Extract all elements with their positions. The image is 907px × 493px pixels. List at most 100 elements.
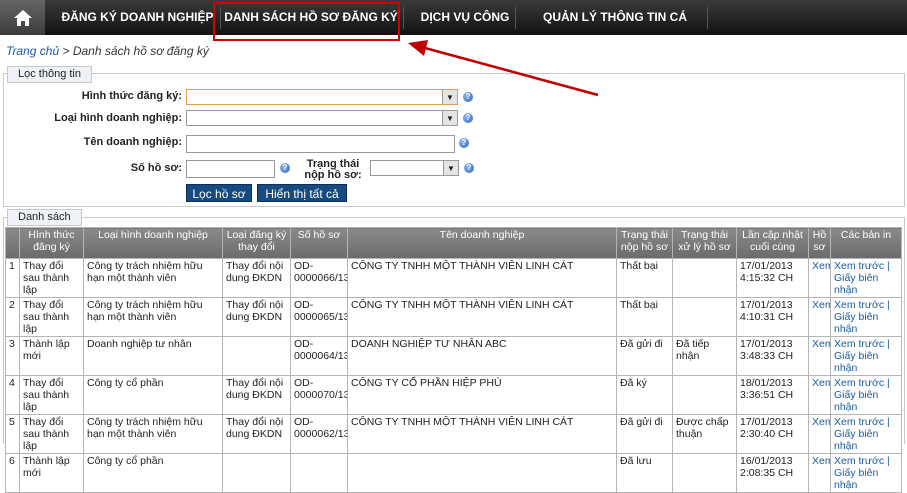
cell-ten-dn: CÔNG TY TNHH MỘT THÀNH VIÊN LINH CÁT: [347, 258, 617, 298]
col-header-cap-nhat: Lần cập nhật cuối cùng: [736, 227, 809, 259]
nav-quan-ly-thong-tin[interactable]: QUẢN LÝ THÔNG TIN CÁ NHÂN: [525, 0, 705, 59]
trang-thai-select[interactable]: ▼: [370, 160, 459, 176]
cell-hinh-thuc: Thay đổi sau thành lập: [19, 414, 84, 454]
cell-ban-in[interactable]: Xem trước | Giấy biên nhận: [830, 336, 902, 376]
col-header-ban-in: Các bản in: [830, 227, 902, 259]
cell-ho-so[interactable]: Xem: [808, 414, 831, 454]
chevron-down-icon: ▼: [443, 161, 458, 175]
cell-ten-dn: CÔNG TY TNHH MỘT THÀNH VIÊN LINH CÁT: [347, 414, 617, 454]
cell-cap-nhat: 18/01/2013 3:36:51 CH: [736, 375, 809, 415]
cell-tt-xuly: [672, 258, 737, 298]
view-link[interactable]: Xem: [812, 416, 830, 428]
nav-dich-vu-cong[interactable]: DỊCH VỤ CÔNG: [410, 0, 520, 35]
nav-separator: [403, 7, 404, 29]
cell-loai-dk: Thay đổi nội dung ĐKDN: [222, 258, 291, 298]
print-links[interactable]: Xem trước | Giấy biên nhận: [834, 377, 890, 413]
view-link[interactable]: Xem: [812, 260, 830, 272]
cell-tt-xuly: Đã tiếp nhận: [672, 336, 737, 376]
cell-ban-in[interactable]: Xem trước | Giấy biên nhận: [830, 414, 902, 454]
cell-tt-nop: Đã gửi đi: [616, 336, 673, 376]
cell-loai-hinh: Doanh nghiệp tư nhân: [83, 336, 223, 376]
cell-so-ho-so: OD-0000062/13: [290, 414, 348, 454]
help-icon[interactable]: ?: [459, 138, 469, 148]
view-link[interactable]: Xem: [812, 299, 830, 311]
breadcrumb: Trang chủ > Danh sách hồ sơ đăng ký: [6, 44, 209, 58]
help-icon[interactable]: ?: [463, 92, 473, 102]
cell-so-ho-so: OD-0000070/13: [290, 375, 348, 415]
cell-ho-so[interactable]: Xem: [808, 297, 831, 337]
cell-no: 2: [5, 297, 20, 337]
cell-tt-nop: Đã ký: [616, 375, 673, 415]
ten-dn-input[interactable]: [186, 135, 455, 153]
cell-so-ho-so: OD-0000065/13: [290, 297, 348, 337]
print-links[interactable]: Xem trước | Giấy biên nhận: [834, 416, 890, 452]
hinh-thuc-select[interactable]: ▼: [186, 89, 458, 105]
print-links[interactable]: Xem trước | Giấy biên nhận: [834, 260, 890, 296]
cell-ho-so[interactable]: Xem: [808, 336, 831, 376]
col-header-so-ho-so: Số hồ sơ: [290, 227, 348, 259]
cell-cap-nhat: 17/01/2013 4:10:31 CH: [736, 297, 809, 337]
cell-loai-hinh: Công ty trách nhiệm hữu hạn một thành vi…: [83, 297, 223, 337]
nav-separator: [707, 7, 708, 29]
nav-separator: [515, 7, 516, 29]
cell-so-ho-so: OD-0000066/13: [290, 258, 348, 298]
view-link[interactable]: Xem: [812, 338, 830, 350]
col-header-ten-dn: Tên doanh nghiệp: [347, 227, 617, 259]
view-link[interactable]: Xem: [812, 455, 830, 467]
loai-hinh-select[interactable]: ▼: [186, 110, 458, 126]
table-header-row: Hình thức đăng ký Loại hình doanh nghiệp…: [5, 227, 902, 259]
cell-loai-dk: Thay đổi nội dung ĐKDN: [222, 375, 291, 415]
nav-dang-ky-doanh-nghiep[interactable]: ĐĂNG KÝ DOANH NGHIỆP: [55, 0, 220, 35]
home-icon: [13, 9, 32, 26]
cell-loai-dk: [222, 336, 291, 376]
chevron-down-icon: ▼: [442, 90, 457, 104]
cell-ban-in[interactable]: Xem trước | Giấy biên nhận: [830, 297, 902, 337]
chevron-down-icon: ▼: [442, 111, 457, 125]
cell-ten-dn: [347, 453, 617, 493]
table-row: 4 Thay đổi sau thành lập Công ty cổ phần Th…: [5, 375, 902, 415]
cell-ho-so[interactable]: Xem: [808, 258, 831, 298]
cell-ten-dn: CÔNG TY CỔ PHẦN HIỆP PHÚ: [347, 375, 617, 415]
cell-loai-hinh: Công ty trách nhiệm hữu hạn một thành vi…: [83, 258, 223, 298]
breadcrumb-home-link[interactable]: Trang chủ: [6, 44, 59, 58]
col-header-hinh-thuc: Hình thức đăng ký: [19, 227, 84, 259]
highlight-box: [213, 2, 400, 41]
col-header-loai-dk: Loại đăng ký thay đổi: [222, 227, 291, 259]
cell-so-ho-so: [290, 453, 348, 493]
help-icon[interactable]: ?: [463, 113, 473, 123]
cell-cap-nhat: 17/01/2013 4:15:32 CH: [736, 258, 809, 298]
cell-ban-in[interactable]: Xem trước | Giấy biên nhận: [830, 258, 902, 298]
table-row: 2 Thay đổi sau thành lập Công ty trách nhi…: [5, 297, 902, 337]
filter-button[interactable]: Lọc hồ sơ: [186, 184, 252, 202]
so-ho-so-input[interactable]: [186, 160, 275, 178]
help-icon[interactable]: ?: [280, 163, 290, 173]
cell-tt-nop: Đã lưu: [616, 453, 673, 493]
cell-ho-so[interactable]: Xem: [808, 453, 831, 493]
cell-no: 4: [5, 375, 20, 415]
col-header-tt-xuly: Trạng thái xử lý hồ sơ: [672, 227, 737, 259]
cell-tt-xuly: Được chấp thuận: [672, 414, 737, 454]
cell-hinh-thuc: Thành lập mới: [19, 336, 84, 376]
cell-loai-dk: Thay đổi nội dung ĐKDN: [222, 297, 291, 337]
hinh-thuc-label: Hình thức đăng ký:: [81, 90, 182, 102]
print-links[interactable]: Xem trước | Giấy biên nhận: [834, 299, 890, 335]
filter-legend: Lọc thông tin: [7, 66, 92, 83]
home-button[interactable]: [0, 0, 45, 35]
cell-cap-nhat: 16/01/2013 2:08:35 CH: [736, 453, 809, 493]
help-icon[interactable]: ?: [464, 163, 474, 173]
col-header-loai-hinh: Loại hình doanh nghiệp: [83, 227, 223, 259]
print-links[interactable]: Xem trước | Giấy biên nhận: [834, 338, 890, 374]
cell-ban-in[interactable]: Xem trước | Giấy biên nhận: [830, 375, 902, 415]
trang-thai-label: Trạng thái nộp hồ sơ:: [304, 158, 362, 181]
cell-hinh-thuc: Thay đổi sau thành lập: [19, 375, 84, 415]
table-row: 1 Thay đổi sau thành lập Công ty trách nhi…: [5, 258, 902, 298]
cell-tt-nop: Thất bại: [616, 258, 673, 298]
col-header-no: [5, 227, 20, 259]
col-header-tt-nop: Trạng thái nộp hồ sơ: [616, 227, 673, 259]
show-all-button[interactable]: Hiển thị tất cả: [257, 184, 347, 202]
cell-tt-xuly: [672, 375, 737, 415]
print-links[interactable]: Xem trước | Giấy biên nhận: [834, 455, 890, 491]
view-link[interactable]: Xem: [812, 377, 830, 389]
cell-ho-so[interactable]: Xem: [808, 375, 831, 415]
cell-ban-in[interactable]: Xem trước | Giấy biên nhận: [830, 453, 902, 493]
